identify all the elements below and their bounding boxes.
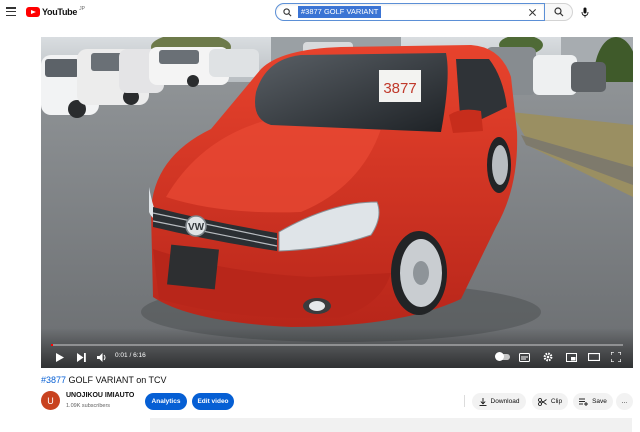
playlist-add-icon <box>579 398 589 406</box>
divider <box>464 395 465 407</box>
settings-icon[interactable] <box>541 350 555 364</box>
progress-bar[interactable] <box>51 344 623 346</box>
video-title-hashtag[interactable]: #3877 <box>41 375 66 385</box>
more-actions-button[interactable]: ... <box>616 393 633 410</box>
logo-text: YouTube <box>42 7 78 17</box>
download-icon <box>479 397 487 406</box>
channel-name[interactable]: UNOJIKOU IMIAUTO <box>66 392 134 399</box>
logo-country-code: JP <box>79 6 85 12</box>
download-label: Download <box>490 398 520 405</box>
play-icon[interactable] <box>53 350 67 364</box>
subtitles-icon[interactable] <box>517 350 531 364</box>
autoplay-toggle[interactable] <box>493 350 513 364</box>
time-display: 0:01 / 6:16 <box>115 352 146 359</box>
price-card-text: 3877 <box>383 80 416 97</box>
youtube-play-logo-icon <box>26 7 40 17</box>
menu-icon[interactable] <box>6 7 16 17</box>
svg-text:VW: VW <box>188 222 205 233</box>
save-button[interactable]: Save <box>573 393 613 410</box>
edit-video-button[interactable]: Edit video <box>192 393 234 410</box>
next-icon[interactable] <box>74 350 88 364</box>
save-label: Save <box>592 398 607 405</box>
search-icon <box>283 7 295 17</box>
video-frame: 3877 VW <box>41 37 633 368</box>
search-box[interactable]: #3877 GOLF VARIANT <box>275 3 545 21</box>
top-bar: YouTube JP #3877 GOLF VARIANT <box>0 0 640 26</box>
clip-label: Clip <box>550 398 563 405</box>
download-button[interactable]: Download <box>472 393 526 410</box>
clear-search-icon[interactable] <box>526 6 538 18</box>
clip-button[interactable]: Clip <box>532 393 568 410</box>
progress-bar-fill <box>51 344 53 346</box>
video-title: #3877 GOLF VARIANT on TCV <box>41 375 167 385</box>
loading-placeholder <box>150 418 632 432</box>
analytics-button[interactable]: Analytics <box>145 393 187 410</box>
search-button[interactable] <box>545 3 573 21</box>
theater-icon[interactable] <box>587 350 601 364</box>
youtube-logo[interactable]: YouTube JP <box>26 6 85 18</box>
video-player[interactable]: 3877 VW 0:01 / 6:16 <box>41 37 633 368</box>
volume-icon[interactable] <box>95 350 109 364</box>
scissors-icon <box>537 397 547 406</box>
miniplayer-icon[interactable] <box>564 350 578 364</box>
mic-icon[interactable] <box>578 5 592 19</box>
fullscreen-icon[interactable] <box>609 350 623 364</box>
search-button-icon <box>553 7 563 17</box>
search-query-selected: #3877 GOLF VARIANT <box>298 6 382 18</box>
subscriber-count: 1.09K subscribers <box>66 403 111 409</box>
video-title-text: GOLF VARIANT on TCV <box>66 375 167 385</box>
avatar[interactable]: U <box>41 391 60 410</box>
more-icon: ... <box>621 398 628 405</box>
